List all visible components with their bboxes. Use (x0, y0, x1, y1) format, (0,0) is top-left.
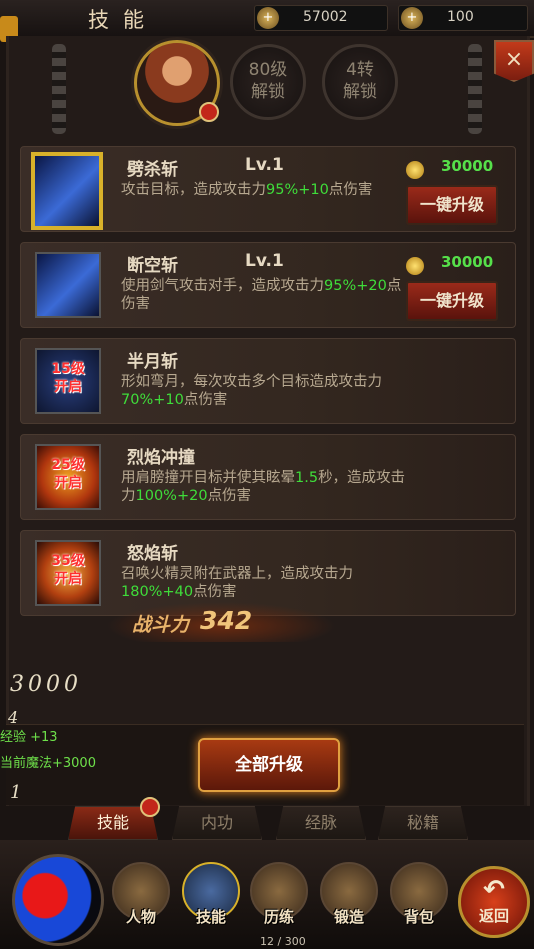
combat-power: 战斗力 342 (106, 602, 336, 642)
exp-gain-text: 经验 +13 (0, 730, 58, 745)
skill-row[interactable]: 劈杀斩 Lv.1 攻击目标，造成攻击力95%+10点伤害 30000 一键升级 (20, 146, 516, 232)
skill-description: 形如弯月，每次攻击多个目标造成攻击力70%+10点伤害 (121, 374, 382, 408)
ingot-counter[interactable]: + 100 (398, 5, 528, 31)
nav-skills[interactable]: 技能 (182, 862, 240, 936)
gold-coin-icon (406, 161, 424, 179)
skill-name: 怒焰斩 (127, 544, 178, 564)
nav-backpack[interactable]: 背包 (390, 862, 448, 936)
skill-row[interactable]: 断空斩 Lv.1 使用剑气攻击对手，造成攻击力95%+20点伤害 30000 一… (20, 242, 516, 328)
floating-number: 4 (8, 708, 23, 727)
skill-row[interactable]: 15级 开启 半月斩 形如弯月，每次攻击多个目标造成攻击力70%+10点伤害 (20, 338, 516, 424)
sword-skill-icon[interactable] (31, 152, 103, 230)
tab-secret-books[interactable]: 秘籍 (378, 806, 468, 840)
gold-counter[interactable]: + 57002 (254, 5, 388, 31)
unlock-requirement: 15级 开启 (51, 361, 85, 395)
nav-forge[interactable]: 锻造 (320, 862, 378, 936)
skill-level: Lv.1 (245, 155, 284, 175)
unlock-requirement: 25级 开启 (51, 457, 85, 491)
skill-name: 劈杀斩 (127, 160, 178, 180)
skill-description: 用肩膀撞开目标并使其眩晕1.5秒，造成攻击力100%+20点伤害 (121, 470, 406, 504)
upgrade-button[interactable]: 一键升级 (406, 185, 498, 225)
flame-charge-skill-icon[interactable]: 25级 开启 (35, 444, 101, 510)
half-moon-skill-icon[interactable]: 15级 开启 (35, 348, 101, 414)
notification-dot-icon (140, 797, 160, 817)
tab-inner-power[interactable]: 内功 (172, 806, 262, 840)
tab-meridians[interactable]: 经脉 (276, 806, 366, 840)
hp-mp-orb-icon[interactable] (12, 854, 104, 946)
rebirth-unlock-slot[interactable]: 4转 解锁 (322, 44, 398, 120)
skill-name: 半月斩 (127, 352, 178, 372)
skill-description: 召唤火精灵附在武器上，造成攻击力180%+40点伤害 (121, 566, 353, 600)
upgrade-button[interactable]: 一键升级 (406, 281, 498, 321)
upgrade-all-button[interactable]: 全部升级 (198, 738, 340, 792)
gold-value: 57002 (303, 9, 348, 25)
notification-dot-icon (199, 102, 219, 122)
back-arrow-icon: ↶ (483, 875, 505, 905)
skill-row[interactable]: 25级 开启 烈焰冲撞 用肩膀撞开目标并使其眩晕1.5秒，造成攻击力100%+20… (20, 434, 516, 520)
mana-text: 当前魔法+3000 (0, 756, 96, 771)
nav-training[interactable]: 历练 (250, 862, 308, 936)
level-unlock-slot[interactable]: 80级 解锁 (230, 44, 306, 120)
skill-description: 使用剑气攻击对手，造成攻击力95%+20点伤害 (121, 278, 402, 312)
skill-level: Lv.1 (245, 251, 284, 271)
page-title: 技能 (88, 8, 158, 32)
ingot-value: 100 (447, 9, 474, 25)
gold-coin-icon: + (257, 7, 279, 29)
blade-skill-icon[interactable] (35, 252, 101, 318)
ingot-icon: + (401, 7, 423, 29)
combat-power-label: 战斗力 (132, 614, 190, 636)
page-counter: 12 / 300 (260, 935, 306, 948)
combat-power-value: 342 (200, 606, 253, 635)
nav-character[interactable]: 人物 (112, 862, 170, 936)
upgrade-cost: 30000 (441, 157, 494, 175)
upgrade-cost: 30000 (441, 253, 494, 271)
floating-number: 1 (10, 782, 26, 803)
close-button[interactable]: × (494, 40, 534, 82)
top-bar: 技能 + 57002 + 100 (0, 0, 534, 42)
skill-name: 烈焰冲撞 (127, 448, 195, 468)
gold-coin-icon (406, 257, 424, 275)
unlock-requirement: 35级 开启 (51, 553, 85, 587)
chain-left (52, 44, 66, 134)
skill-description: 攻击目标，造成攻击力95%+10点伤害 (121, 182, 373, 198)
fury-flame-skill-icon[interactable]: 35级 开启 (35, 540, 101, 606)
back-button[interactable]: ↶ 返回 (458, 866, 530, 938)
chain-right (468, 44, 482, 134)
floating-number: 3000 (10, 672, 82, 697)
skill-name: 断空斩 (127, 256, 178, 276)
